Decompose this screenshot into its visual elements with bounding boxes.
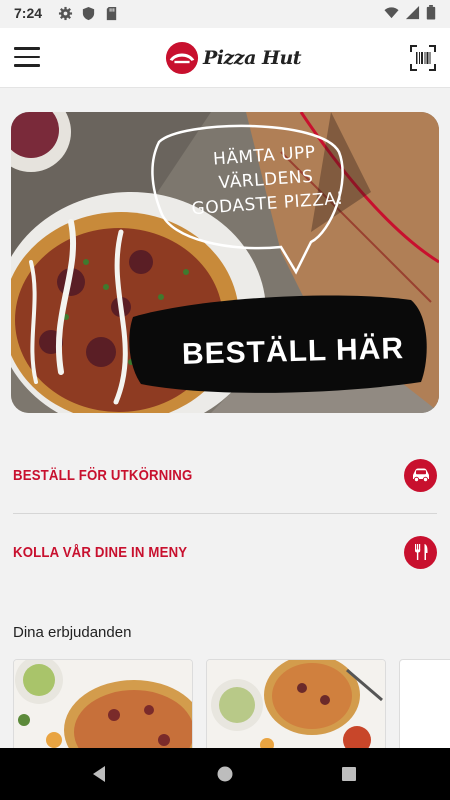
offer-card[interactable] — [13, 659, 193, 751]
cutlery-icon — [404, 535, 437, 569]
status-icons-left — [58, 6, 119, 21]
order-delivery-row[interactable]: BESTÄLL FÖR UTKÖRNING — [13, 437, 437, 513]
offer-card[interactable] — [399, 659, 450, 751]
logo-text: Pizza Hut — [203, 47, 302, 69]
sd-card-icon — [106, 6, 117, 21]
barcode-scan-icon[interactable] — [410, 45, 436, 71]
back-icon[interactable] — [88, 762, 112, 786]
pizza-hut-roof-icon — [165, 41, 199, 75]
hero-bubble-text: HÄMTA UPP VÄRLDENS GODASTE PIZZA! — [169, 137, 364, 222]
recents-icon[interactable] — [337, 762, 361, 786]
app-bar: Pizza Hut — [0, 28, 450, 88]
offers-title: Dina erbjudanden — [13, 624, 132, 641]
shield-icon — [82, 6, 95, 21]
offer-image — [207, 660, 385, 750]
offer-card[interactable] — [206, 659, 386, 751]
offer-image — [14, 660, 192, 750]
pizza-hut-logo: Pizza Hut — [165, 40, 302, 76]
status-time: 7:24 — [14, 5, 43, 21]
car-icon — [404, 458, 437, 492]
status-bar: 7:24 — [0, 0, 450, 28]
dine-in-menu-label: KOLLA VÅR DINE IN MENY — [13, 543, 188, 561]
status-icons-right — [384, 5, 436, 20]
signal-icon — [405, 5, 420, 20]
home-icon[interactable] — [213, 762, 237, 786]
hero-banner[interactable]: HÄMTA UPP VÄRLDENS GODASTE PIZZA! BESTÄL… — [11, 112, 439, 413]
hamburger-menu-icon[interactable] — [14, 47, 40, 69]
dine-in-menu-row[interactable]: KOLLA VÅR DINE IN MENY — [13, 514, 437, 590]
gear-icon — [58, 6, 73, 21]
order-delivery-label: BESTÄLL FÖR UTKÖRNING — [13, 466, 193, 484]
wifi-icon — [384, 7, 399, 19]
system-nav-bar — [0, 748, 450, 800]
hero-cta-label: BESTÄLL HÄR — [181, 332, 405, 371]
battery-icon — [426, 5, 436, 20]
